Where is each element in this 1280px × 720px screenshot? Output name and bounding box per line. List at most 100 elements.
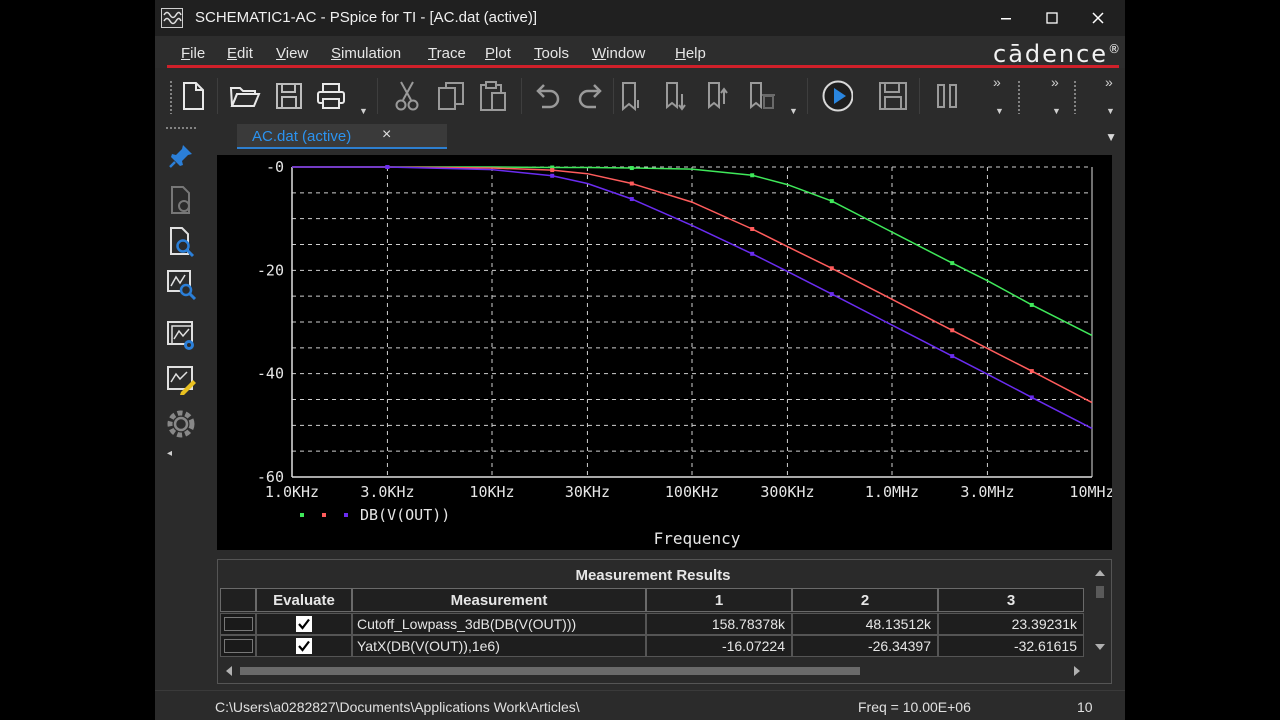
print-dropdown-arrow[interactable]: ▼	[359, 106, 368, 116]
scroll-up-icon[interactable]	[1095, 570, 1105, 576]
toolbar-grip[interactable]	[169, 80, 173, 114]
menu-help[interactable]: Help	[675, 45, 706, 62]
data-point-marker	[950, 328, 955, 333]
toolbar-separator	[613, 78, 614, 114]
undo-icon	[536, 84, 560, 109]
probe-plot[interactable]: -0 -20 -40 -60 1.0KHz 3.0KHz 10KHz 30KHz 100KHz 3…	[217, 155, 1112, 550]
pause-button[interactable]	[931, 80, 963, 112]
copy-button[interactable]	[435, 80, 467, 112]
data-point-marker	[829, 292, 834, 297]
menu-simulation[interactable]: Simulation	[331, 45, 401, 62]
toolbar-overflow-arrow-1[interactable]: ▼	[995, 106, 1004, 116]
scroll-down-icon[interactable]	[1095, 644, 1105, 650]
bookmark-prev-button[interactable]	[701, 80, 733, 112]
evaluate-checkbox[interactable]	[296, 616, 312, 632]
save-layout-icon	[879, 82, 907, 110]
zoom-document-button[interactable]	[165, 226, 197, 258]
frequency-response-chart: -0-20-40-601.0KHz 3.0KHz 10KHz 30KHz 100KHz 3…	[257, 158, 1112, 548]
sidebar-collapse-arrow[interactable]: ◂	[167, 448, 172, 459]
measurement-cell[interactable]: YatX(DB(V(OUT)),1e6)	[352, 635, 646, 657]
menu-trace[interactable]: Trace	[428, 45, 466, 62]
horizontal-scrollbar[interactable]	[218, 660, 1088, 682]
plot-settings-button[interactable]	[165, 320, 197, 352]
gear-icon	[167, 410, 195, 438]
evaluate-cell	[256, 613, 352, 635]
bookmark-icon	[622, 82, 639, 112]
col-header-1[interactable]: 1	[646, 588, 792, 612]
col-header-evaluate[interactable]: Evaluate	[256, 588, 352, 612]
status-bar: C:\Users\a0282827\Documents\Applications…	[155, 690, 1125, 720]
settings-button[interactable]	[165, 408, 197, 440]
evaluate-checkbox[interactable]	[296, 638, 312, 654]
toolbar-overflow-3[interactable]: »	[1105, 74, 1113, 90]
status-section-number: 10	[1077, 699, 1093, 715]
data-point-marker	[950, 354, 955, 359]
col-header-2[interactable]: 2	[792, 588, 938, 612]
vertical-scroll-thumb[interactable]	[1096, 586, 1104, 598]
row-selector[interactable]	[220, 635, 256, 657]
bookmark-clear-button[interactable]	[745, 80, 777, 112]
value-cell: 23.39231k	[938, 613, 1084, 635]
toolbar-grip[interactable]	[1073, 80, 1077, 114]
save-button[interactable]	[273, 80, 305, 112]
horizontal-scroll-thumb[interactable]	[240, 667, 860, 675]
cadence-logo: cādence®	[993, 40, 1123, 68]
scroll-left-icon[interactable]	[226, 666, 232, 676]
maximize-button[interactable]	[1029, 0, 1075, 36]
print-button[interactable]	[315, 80, 347, 112]
tab-close-icon[interactable]: ×	[382, 126, 391, 144]
toolbar-separator	[521, 78, 522, 114]
tab-label: AC.dat (active)	[252, 128, 352, 145]
x-tick-label: 30KHz	[565, 483, 610, 501]
x-tick-label: 3.0MHz	[960, 483, 1014, 501]
close-button[interactable]	[1075, 0, 1121, 36]
data-point-marker	[550, 168, 555, 173]
vertical-scrollbar[interactable]	[1089, 560, 1111, 660]
x-axis-title: Frequency	[654, 529, 741, 548]
cut-button[interactable]	[391, 80, 423, 112]
run-icon	[822, 80, 853, 112]
menu-window[interactable]: Window	[592, 45, 645, 62]
measurement-cell[interactable]: Cutoff_Lowpass_3dB(DB(V(OUT)))	[352, 613, 646, 635]
row-selector[interactable]	[220, 613, 256, 635]
plot-settings-icon	[167, 321, 194, 350]
redo-icon	[578, 84, 602, 109]
paste-button[interactable]	[477, 80, 509, 112]
menu-tools[interactable]: Tools	[534, 45, 569, 62]
menu-view[interactable]: View	[276, 45, 308, 62]
run-button[interactable]	[821, 80, 853, 112]
toolbar-overflow-arrow-3[interactable]: ▼	[1106, 106, 1115, 116]
scroll-right-icon[interactable]	[1074, 666, 1080, 676]
document-button[interactable]	[165, 184, 197, 216]
x-tick-label: 3.0KHz	[360, 483, 414, 501]
bookmark-button[interactable]	[615, 80, 647, 112]
col-header-measurement[interactable]: Measurement	[352, 588, 646, 612]
data-point-marker	[1029, 369, 1034, 374]
minimize-button[interactable]	[983, 0, 1029, 36]
menu-plot[interactable]: Plot	[485, 45, 511, 62]
undo-button[interactable]	[531, 80, 563, 112]
sidebar-grip[interactable]	[165, 126, 197, 130]
menu-file[interactable]: File	[181, 45, 205, 62]
col-header-3[interactable]: 3	[938, 588, 1084, 612]
x-tick-label: 100KHz	[665, 483, 719, 501]
bookmark-next-button[interactable]	[659, 80, 691, 112]
save-layout-button[interactable]	[877, 80, 909, 112]
bookmark-dropdown-arrow[interactable]: ▼	[789, 106, 798, 116]
toolbar-overflow-2[interactable]: »	[1051, 74, 1059, 90]
redo-button[interactable]	[575, 80, 607, 112]
toolbar-overflow-1[interactable]: »	[993, 74, 1001, 90]
menu-edit[interactable]: Edit	[227, 45, 253, 62]
copy-icon	[438, 82, 464, 110]
open-button[interactable]	[229, 80, 261, 112]
toolbar-overflow-arrow-2[interactable]: ▼	[1052, 106, 1061, 116]
title-bar: SCHEMATIC1-AC - PSpice for TI - [AC.dat …	[155, 0, 1125, 36]
tab-ac-dat[interactable]: AC.dat (active) ×	[237, 124, 447, 149]
toolbar-grip[interactable]	[1017, 80, 1021, 114]
zoom-plot-button[interactable]	[165, 268, 197, 300]
plot-edit-button[interactable]	[165, 364, 197, 396]
new-file-button[interactable]	[177, 80, 209, 112]
tab-list-dropdown-icon[interactable]: ▼	[1105, 130, 1117, 144]
open-folder-icon	[229, 87, 261, 107]
pin-button[interactable]	[165, 140, 197, 172]
